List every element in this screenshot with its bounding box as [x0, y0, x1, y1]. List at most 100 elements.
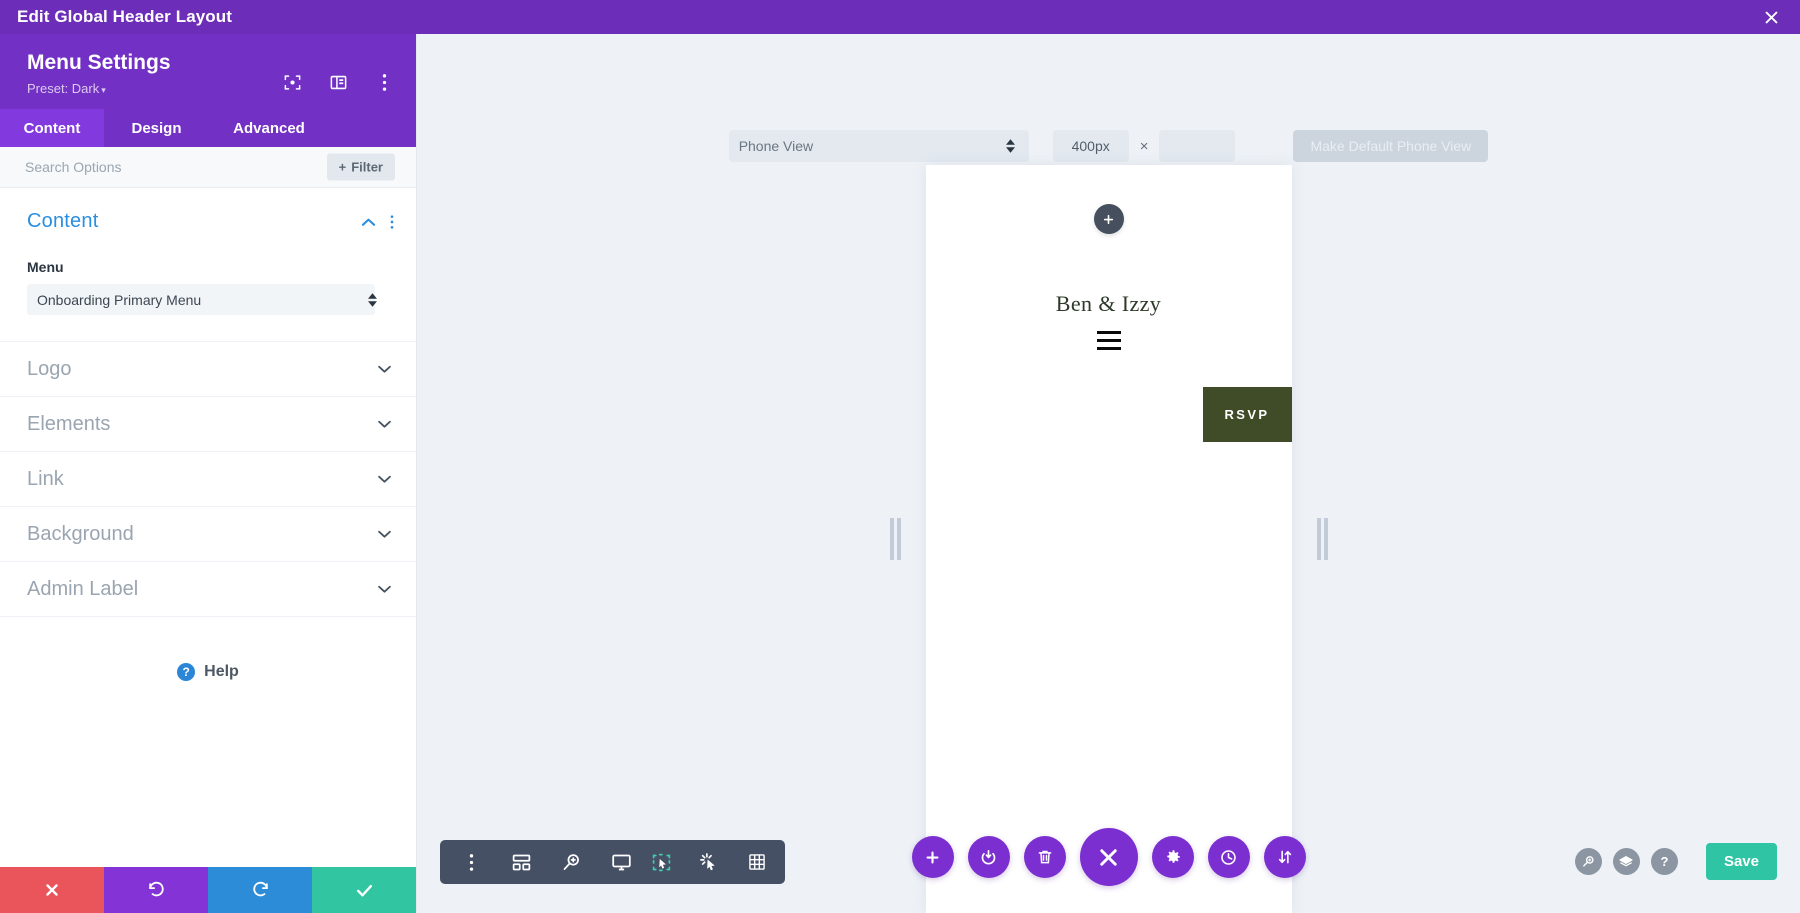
- viewport-mode-value: Phone View: [739, 138, 813, 154]
- rsvp-button[interactable]: RSVP: [1203, 387, 1292, 442]
- layers-button[interactable]: [1613, 848, 1640, 875]
- phone-preview: Ben & Izzy RSVP: [926, 165, 1292, 913]
- builder-action-bar: [912, 828, 1306, 886]
- settings-header-actions: [282, 72, 394, 92]
- page-settings-button[interactable]: [968, 836, 1010, 878]
- close-builder-button[interactable]: [1080, 828, 1138, 886]
- builder-canvas: Phone View × Make Default Phone View Ben…: [417, 34, 1800, 913]
- close-icon: [43, 881, 61, 899]
- sort-icon: [1276, 848, 1294, 866]
- filter-button[interactable]: + Filter: [327, 154, 395, 181]
- section-link-title: Link: [27, 468, 64, 491]
- undo-button[interactable]: [104, 867, 208, 913]
- chevron-up-icon[interactable]: [361, 217, 376, 227]
- menu-select-wrapper: Onboarding Primary Menu: [27, 284, 390, 315]
- site-brand-text: Ben & Izzy: [926, 291, 1292, 317]
- plus-icon: [1102, 213, 1115, 226]
- search-options-bar: + Filter: [0, 147, 416, 188]
- close-icon[interactable]: [1758, 4, 1784, 30]
- grid-icon[interactable]: [739, 844, 775, 880]
- cancel-button[interactable]: [0, 867, 104, 913]
- filter-button-label: Filter: [351, 160, 383, 175]
- section-logo[interactable]: Logo: [0, 342, 416, 397]
- panel-layout-icon[interactable]: [328, 72, 348, 92]
- close-icon: [1096, 845, 1121, 870]
- question-icon: ?: [177, 663, 195, 681]
- section-link[interactable]: Link: [0, 452, 416, 507]
- multiply-symbol: ×: [1140, 138, 1149, 155]
- menu-select[interactable]: Onboarding Primary Menu: [27, 284, 375, 315]
- trash-icon: [1036, 848, 1054, 866]
- settings-panel-header: Menu Settings Preset: Dark▾: [0, 34, 416, 109]
- settings-button[interactable]: [1152, 836, 1194, 878]
- builder-mode-toolbar: [633, 840, 785, 884]
- chevron-down-icon: [377, 475, 392, 484]
- search-input[interactable]: [25, 159, 275, 175]
- undo-icon: [147, 881, 166, 900]
- builder-right-bar: ? Save: [1575, 843, 1777, 880]
- select-area-icon[interactable]: [643, 844, 679, 880]
- chevron-down-icon: ▾: [101, 85, 106, 95]
- viewport-width-input[interactable]: [1053, 130, 1129, 162]
- viewport-height-input[interactable]: [1159, 130, 1235, 162]
- resize-handle-right[interactable]: [1317, 518, 1328, 560]
- apply-button[interactable]: [312, 867, 416, 913]
- section-background-title: Background: [27, 523, 134, 546]
- gear-icon: [1164, 848, 1182, 866]
- help-button[interactable]: ?: [1651, 848, 1678, 875]
- make-default-phone-view-button[interactable]: Make Default Phone View: [1293, 130, 1488, 162]
- tab-advanced[interactable]: Advanced: [209, 109, 329, 147]
- add-module-button[interactable]: [1094, 204, 1124, 234]
- redo-button[interactable]: [208, 867, 312, 913]
- window-title: Edit Global Header Layout: [17, 7, 232, 27]
- history-button[interactable]: [1208, 836, 1250, 878]
- hamburger-icon[interactable]: [1097, 331, 1121, 350]
- power-icon: [979, 848, 998, 867]
- resize-handle-left[interactable]: [890, 518, 901, 560]
- help-label: Help: [204, 663, 239, 681]
- preset-label: Preset: Dark: [27, 81, 99, 96]
- layers-icon: [1618, 854, 1634, 870]
- window-titlebar: Edit Global Header Layout: [0, 0, 1800, 34]
- settings-panel-body: Content Menu On: [0, 188, 416, 867]
- menu-field-label: Menu: [27, 259, 390, 275]
- viewport-toolbar: Phone View × Make Default Phone View: [417, 130, 1800, 162]
- chevron-down-icon: [377, 365, 392, 374]
- sort-button[interactable]: [1264, 836, 1306, 878]
- settings-panel: Menu Settings Preset: Dark▾: [0, 34, 417, 913]
- section-elements[interactable]: Elements: [0, 397, 416, 452]
- focus-frame-icon[interactable]: [282, 72, 302, 92]
- clock-icon: [1219, 848, 1238, 867]
- zoom-icon[interactable]: [553, 844, 589, 880]
- divi-builder-screen: Edit Global Header Layout Menu Settings …: [0, 0, 1800, 913]
- settings-tabs: Content Design Advanced: [0, 109, 416, 147]
- section-admin-label-title: Admin Label: [27, 578, 138, 601]
- wireframe-icon[interactable]: [503, 844, 539, 880]
- tab-design[interactable]: Design: [104, 109, 209, 147]
- menu-select-value: Onboarding Primary Menu: [37, 292, 201, 308]
- chevron-down-icon: [377, 530, 392, 539]
- phone-preview-wrapper: Ben & Izzy RSVP: [926, 165, 1292, 913]
- help-link[interactable]: ? Help: [0, 617, 416, 681]
- section-content: Content Menu On: [0, 188, 416, 342]
- viewport-mode-select[interactable]: Phone View: [729, 130, 1029, 162]
- check-icon: [355, 881, 374, 900]
- add-section-button[interactable]: [912, 836, 954, 878]
- section-logo-title: Logo: [27, 358, 72, 381]
- section-content-actions: [361, 214, 394, 230]
- tab-content[interactable]: Content: [0, 109, 104, 147]
- chevron-down-icon: [377, 420, 392, 429]
- click-target-icon[interactable]: [691, 844, 727, 880]
- section-admin-label[interactable]: Admin Label: [0, 562, 416, 617]
- vertical-dots-icon[interactable]: [374, 72, 394, 92]
- plus-icon: [924, 849, 941, 866]
- vertical-dots-icon[interactable]: [453, 844, 489, 880]
- search-button[interactable]: [1575, 848, 1602, 875]
- vertical-dots-icon[interactable]: [390, 214, 394, 230]
- select-arrows-icon: [1006, 139, 1015, 153]
- trash-button[interactable]: [1024, 836, 1066, 878]
- plus-icon: +: [339, 160, 347, 175]
- section-background[interactable]: Background: [0, 507, 416, 562]
- zoom-icon: [1581, 854, 1596, 869]
- save-button[interactable]: Save: [1706, 843, 1777, 880]
